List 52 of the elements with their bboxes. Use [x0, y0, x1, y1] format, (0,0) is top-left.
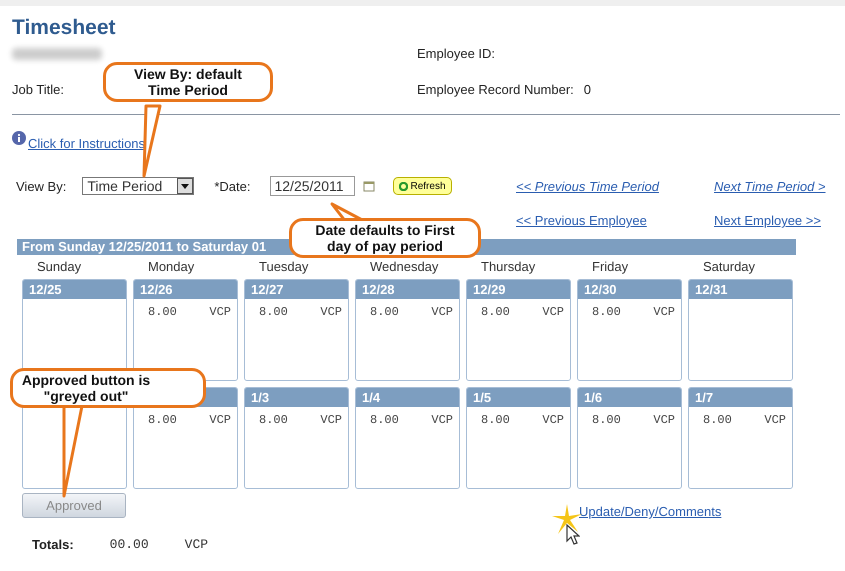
date-header: 1/4	[356, 388, 459, 407]
pay-code: VCP	[542, 305, 564, 319]
hours-value: 8.00	[259, 413, 288, 427]
pay-code: VCP	[653, 413, 675, 427]
date-header: 12/26	[134, 280, 237, 299]
hours-value: 8.00	[592, 413, 621, 427]
date-header: 12/31	[689, 280, 792, 299]
day-name: Thursday	[480, 260, 536, 273]
date-header: 1/5	[467, 388, 570, 407]
date-header: 12/30	[578, 280, 681, 299]
view-by-label: View By:	[16, 178, 66, 194]
date-header: 1/3	[245, 388, 348, 407]
pay-code: VCP	[209, 305, 231, 319]
hours-value: 8.00	[481, 305, 510, 319]
date-header: 1/6	[578, 388, 681, 407]
record-number-value: 0	[584, 82, 592, 97]
hours-value: 8.00	[370, 305, 399, 319]
hours-value: 8.00	[481, 413, 510, 427]
job-title-label: Job Title:	[12, 82, 64, 99]
day-name: Monday	[147, 260, 196, 273]
pay-code: VCP	[764, 413, 786, 427]
day-name: Tuesday	[258, 260, 310, 273]
page-title: Timesheet	[11, 15, 116, 40]
hours-value: 8.00	[370, 413, 399, 427]
day-name: Sunday	[36, 260, 82, 273]
hours-value: 8.00	[259, 305, 288, 319]
date-header: 12/27	[245, 280, 348, 299]
hours-value: 8.00	[592, 305, 621, 319]
pay-code: VCP	[431, 413, 453, 427]
date-label: *Date:	[214, 178, 250, 194]
employee-id-label: Employee ID:	[417, 46, 496, 63]
date-header: 12/28	[356, 280, 459, 299]
pay-code: VCP	[653, 305, 675, 319]
totals-label: Totals:	[32, 537, 74, 552]
record-number-label: Employee Record Number:	[417, 82, 574, 97]
hours-value: 8.00	[148, 305, 177, 319]
pay-code: VCP	[542, 413, 564, 427]
pay-code: VCP	[320, 413, 342, 427]
totals-hours: 00.00	[110, 537, 149, 552]
pay-code: VCP	[320, 305, 342, 319]
callout-tooltip: View By: default Time Period	[103, 62, 273, 102]
pay-code: VCP	[209, 413, 231, 427]
date-header: 12/25	[23, 280, 126, 299]
date-header: 1/7	[689, 388, 792, 407]
pay-code: VCP	[431, 305, 453, 319]
totals-code: VCP	[184, 537, 208, 552]
day-name: Friday	[591, 260, 630, 273]
hours-value: 8.00	[703, 413, 732, 427]
date-header: 12/29	[467, 280, 570, 299]
day-name: Wednesday	[369, 260, 440, 273]
day-name: Saturday	[702, 260, 756, 273]
hours-value: 8.00	[148, 413, 177, 427]
